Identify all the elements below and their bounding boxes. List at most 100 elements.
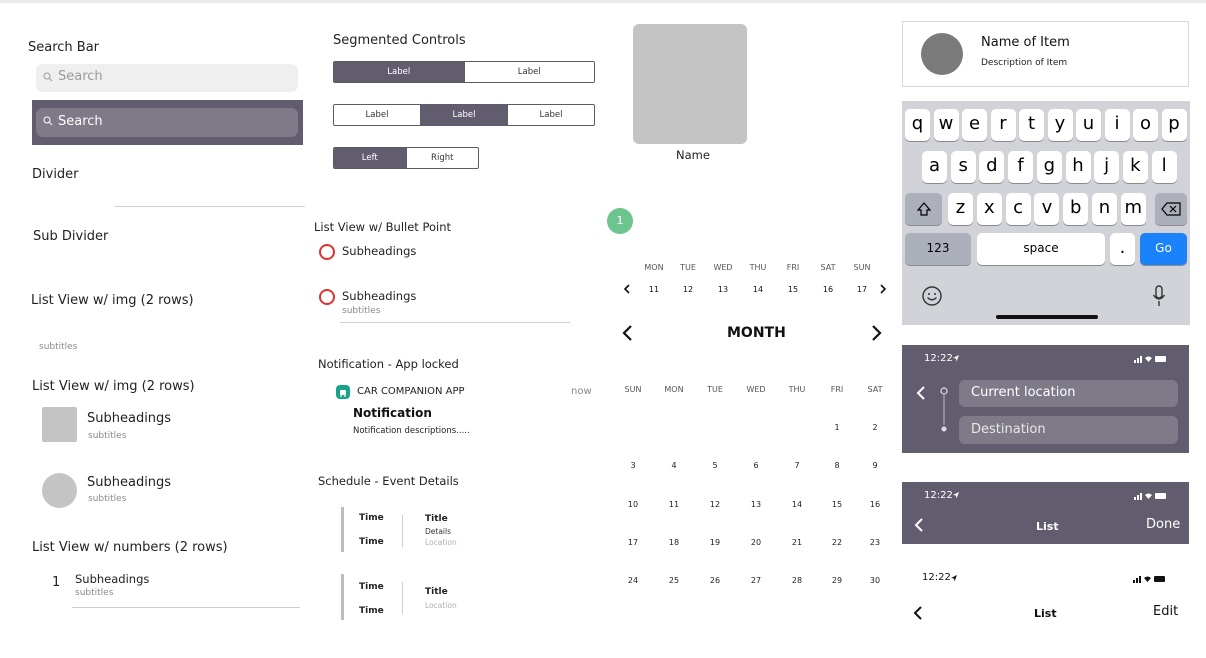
- key-a[interactable]: a: [922, 151, 947, 183]
- numbers-key[interactable]: 123: [905, 233, 971, 265]
- calendar-date[interactable]: 20: [742, 538, 770, 547]
- done-button[interactable]: Done: [1146, 517, 1180, 532]
- key-o[interactable]: o: [1133, 109, 1158, 141]
- calendar-date[interactable]: 7: [783, 461, 811, 470]
- card-image-placeholder[interactable]: [633, 24, 747, 144]
- notification-heading[interactable]: Notification: [353, 406, 432, 420]
- key-m[interactable]: m: [1120, 193, 1146, 225]
- key-u[interactable]: u: [1076, 109, 1101, 141]
- calendar-date[interactable]: 29: [823, 576, 851, 585]
- chevron-right-icon[interactable]: [879, 284, 887, 294]
- bullet-item-heading[interactable]: Subheadings: [342, 289, 416, 303]
- list-item-heading[interactable]: Subheadings: [87, 411, 171, 426]
- calendar-date[interactable]: 18: [660, 538, 688, 547]
- week-date[interactable]: 12: [673, 285, 703, 294]
- key-q[interactable]: q: [905, 109, 930, 141]
- calendar-date[interactable]: 9: [861, 461, 889, 470]
- key-p[interactable]: p: [1161, 109, 1187, 141]
- calendar-date[interactable]: 25: [660, 576, 688, 585]
- current-location-input[interactable]: Current location: [959, 380, 1178, 407]
- calendar-date[interactable]: 26: [701, 576, 729, 585]
- list-item-heading[interactable]: Subheadings: [87, 475, 171, 490]
- calendar-date[interactable]: 14: [783, 500, 811, 509]
- calendar-date[interactable]: 17: [619, 538, 647, 547]
- key-f[interactable]: f: [1008, 151, 1034, 183]
- segment-option-right[interactable]: Right: [405, 148, 479, 168]
- calendar-date[interactable]: 4: [660, 461, 688, 470]
- key-z[interactable]: z: [948, 193, 973, 225]
- key-k[interactable]: k: [1122, 151, 1148, 183]
- back-chevron-icon[interactable]: [914, 517, 924, 533]
- key-n[interactable]: n: [1092, 193, 1117, 225]
- key-g[interactable]: g: [1036, 151, 1062, 183]
- week-date[interactable]: 17: [847, 285, 877, 294]
- week-date[interactable]: 14: [743, 285, 773, 294]
- key-t[interactable]: t: [1019, 109, 1044, 141]
- calendar-date[interactable]: 2: [861, 423, 889, 432]
- calendar-date[interactable]: 30: [861, 576, 889, 585]
- chevron-left-icon[interactable]: [621, 324, 633, 342]
- segment-option[interactable]: Label: [463, 62, 595, 82]
- bullet-item-heading[interactable]: Subheadings: [342, 244, 416, 258]
- event-title[interactable]: Title: [425, 514, 448, 524]
- week-date[interactable]: 15: [778, 285, 808, 294]
- calendar-date[interactable]: 16: [861, 500, 889, 509]
- calendar-date[interactable]: 5: [701, 461, 729, 470]
- key-w[interactable]: w: [933, 109, 959, 141]
- chevron-left-icon[interactable]: [623, 284, 631, 294]
- microphone-icon[interactable]: [1152, 284, 1166, 308]
- key-r[interactable]: r: [990, 109, 1016, 141]
- key-e[interactable]: e: [962, 109, 987, 141]
- key-x[interactable]: x: [976, 193, 1002, 225]
- chevron-right-icon[interactable]: [871, 324, 883, 342]
- key-v[interactable]: v: [1034, 193, 1060, 225]
- shift-key[interactable]: [905, 193, 942, 225]
- back-chevron-icon[interactable]: [916, 385, 926, 401]
- calendar-date[interactable]: 1: [823, 423, 851, 432]
- back-chevron-icon[interactable]: [913, 605, 923, 621]
- key-d[interactable]: d: [979, 151, 1005, 183]
- calendar-date[interactable]: 12: [701, 500, 729, 509]
- calendar-date[interactable]: 21: [783, 538, 811, 547]
- calendar-date[interactable]: 13: [742, 500, 770, 509]
- edit-button[interactable]: Edit: [1153, 604, 1178, 619]
- segment-option[interactable]: Label: [334, 105, 420, 125]
- calendar-date[interactable]: 27: [742, 576, 770, 585]
- week-date[interactable]: 13: [708, 285, 738, 294]
- week-date[interactable]: 16: [813, 285, 843, 294]
- period-key[interactable]: .: [1110, 233, 1135, 265]
- emoji-icon[interactable]: [921, 285, 943, 307]
- key-s[interactable]: s: [950, 151, 976, 183]
- key-h[interactable]: h: [1065, 151, 1091, 183]
- key-y[interactable]: y: [1047, 109, 1073, 141]
- key-i[interactable]: i: [1104, 109, 1130, 141]
- destination-input[interactable]: Destination: [959, 416, 1178, 444]
- calendar-date[interactable]: 6: [742, 461, 770, 470]
- calendar-date[interactable]: 10: [619, 500, 647, 509]
- calendar-date[interactable]: 8: [823, 461, 851, 470]
- list-item-heading[interactable]: Subheadings: [75, 572, 149, 586]
- key-l[interactable]: l: [1151, 151, 1177, 183]
- segment-option[interactable]: Label: [334, 62, 464, 82]
- backspace-key[interactable]: [1155, 193, 1187, 225]
- event-title[interactable]: Title: [425, 587, 448, 597]
- key-c[interactable]: c: [1005, 193, 1031, 225]
- calendar-date[interactable]: 28: [783, 576, 811, 585]
- go-key[interactable]: Go: [1140, 233, 1187, 265]
- key-b[interactable]: b: [1063, 193, 1089, 225]
- key-j[interactable]: j: [1094, 151, 1120, 183]
- space-key[interactable]: space: [977, 233, 1105, 265]
- calendar-date[interactable]: 22: [823, 538, 851, 547]
- week-date[interactable]: 11: [639, 285, 669, 294]
- segment-option-left[interactable]: Left: [334, 148, 406, 168]
- calendar-date[interactable]: 24: [619, 576, 647, 585]
- search-input-dark[interactable]: Search: [36, 108, 298, 137]
- calendar-date[interactable]: 11: [660, 500, 688, 509]
- calendar-date[interactable]: 19: [701, 538, 729, 547]
- calendar-date[interactable]: 15: [823, 500, 851, 509]
- calendar-date[interactable]: 23: [861, 538, 889, 547]
- calendar-date[interactable]: 3: [619, 461, 647, 470]
- segment-option[interactable]: Label: [507, 105, 594, 125]
- segment-option[interactable]: Label: [420, 105, 507, 125]
- search-input-light[interactable]: Search: [36, 64, 298, 92]
